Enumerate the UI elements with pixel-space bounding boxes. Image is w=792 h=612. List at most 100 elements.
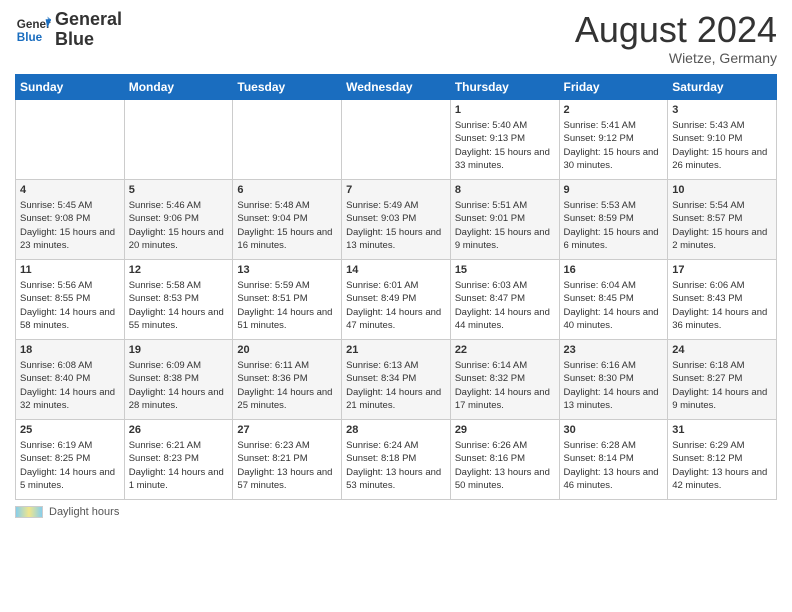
weekday-header: Friday (559, 74, 668, 99)
calendar-day-cell: 11Sunrise: 5:56 AM Sunset: 8:55 PM Dayli… (16, 259, 125, 339)
day-number: 11 (20, 263, 120, 278)
day-info: Sunrise: 6:26 AM Sunset: 8:16 PM Dayligh… (455, 439, 555, 492)
calendar-day-cell: 6Sunrise: 5:48 AM Sunset: 9:04 PM Daylig… (233, 179, 342, 259)
calendar-day-cell: 4Sunrise: 5:45 AM Sunset: 9:08 PM Daylig… (16, 179, 125, 259)
day-number: 8 (455, 183, 555, 198)
calendar-day-cell: 24Sunrise: 6:18 AM Sunset: 8:27 PM Dayli… (668, 339, 777, 419)
calendar-day-cell (233, 99, 342, 179)
calendar-day-cell: 30Sunrise: 6:28 AM Sunset: 8:14 PM Dayli… (559, 419, 668, 499)
day-info: Sunrise: 6:06 AM Sunset: 8:43 PM Dayligh… (672, 279, 772, 332)
calendar-day-cell: 18Sunrise: 6:08 AM Sunset: 8:40 PM Dayli… (16, 339, 125, 419)
day-info: Sunrise: 5:51 AM Sunset: 9:01 PM Dayligh… (455, 199, 555, 252)
day-info: Sunrise: 6:24 AM Sunset: 8:18 PM Dayligh… (346, 439, 446, 492)
calendar-day-cell (342, 99, 451, 179)
calendar-day-cell: 23Sunrise: 6:16 AM Sunset: 8:30 PM Dayli… (559, 339, 668, 419)
calendar-day-cell: 31Sunrise: 6:29 AM Sunset: 8:12 PM Dayli… (668, 419, 777, 499)
day-info: Sunrise: 5:59 AM Sunset: 8:51 PM Dayligh… (237, 279, 337, 332)
day-info: Sunrise: 5:53 AM Sunset: 8:59 PM Dayligh… (564, 199, 664, 252)
day-info: Sunrise: 6:29 AM Sunset: 8:12 PM Dayligh… (672, 439, 772, 492)
page-header: General Blue General Blue August 2024 Wi… (15, 10, 777, 66)
day-info: Sunrise: 6:19 AM Sunset: 8:25 PM Dayligh… (20, 439, 120, 492)
day-info: Sunrise: 6:11 AM Sunset: 8:36 PM Dayligh… (237, 359, 337, 412)
day-info: Sunrise: 5:49 AM Sunset: 9:03 PM Dayligh… (346, 199, 446, 252)
day-number: 15 (455, 263, 555, 278)
day-number: 2 (564, 103, 664, 118)
calendar-day-cell: 14Sunrise: 6:01 AM Sunset: 8:49 PM Dayli… (342, 259, 451, 339)
calendar-day-cell: 8Sunrise: 5:51 AM Sunset: 9:01 PM Daylig… (450, 179, 559, 259)
calendar-day-cell (16, 99, 125, 179)
day-info: Sunrise: 6:04 AM Sunset: 8:45 PM Dayligh… (564, 279, 664, 332)
calendar-day-cell: 12Sunrise: 5:58 AM Sunset: 8:53 PM Dayli… (124, 259, 233, 339)
weekday-header: Sunday (16, 74, 125, 99)
day-info: Sunrise: 6:08 AM Sunset: 8:40 PM Dayligh… (20, 359, 120, 412)
calendar-day-cell: 15Sunrise: 6:03 AM Sunset: 8:47 PM Dayli… (450, 259, 559, 339)
calendar-day-cell: 5Sunrise: 5:46 AM Sunset: 9:06 PM Daylig… (124, 179, 233, 259)
calendar-day-cell: 29Sunrise: 6:26 AM Sunset: 8:16 PM Dayli… (450, 419, 559, 499)
day-number: 30 (564, 423, 664, 438)
calendar-week-row: 11Sunrise: 5:56 AM Sunset: 8:55 PM Dayli… (16, 259, 777, 339)
day-info: Sunrise: 6:03 AM Sunset: 8:47 PM Dayligh… (455, 279, 555, 332)
calendar-day-cell: 2Sunrise: 5:41 AM Sunset: 9:12 PM Daylig… (559, 99, 668, 179)
legend-icon (15, 506, 43, 518)
day-info: Sunrise: 6:21 AM Sunset: 8:23 PM Dayligh… (129, 439, 229, 492)
calendar-day-cell: 20Sunrise: 6:11 AM Sunset: 8:36 PM Dayli… (233, 339, 342, 419)
day-number: 1 (455, 103, 555, 118)
day-number: 26 (129, 423, 229, 438)
day-info: Sunrise: 5:48 AM Sunset: 9:04 PM Dayligh… (237, 199, 337, 252)
day-info: Sunrise: 5:45 AM Sunset: 9:08 PM Dayligh… (20, 199, 120, 252)
day-number: 31 (672, 423, 772, 438)
calendar-week-row: 1Sunrise: 5:40 AM Sunset: 9:13 PM Daylig… (16, 99, 777, 179)
day-number: 3 (672, 103, 772, 118)
calendar-day-cell (124, 99, 233, 179)
weekday-header: Thursday (450, 74, 559, 99)
calendar-week-row: 4Sunrise: 5:45 AM Sunset: 9:08 PM Daylig… (16, 179, 777, 259)
day-info: Sunrise: 6:14 AM Sunset: 8:32 PM Dayligh… (455, 359, 555, 412)
day-number: 24 (672, 343, 772, 358)
legend: Daylight hours (15, 506, 777, 518)
weekday-header: Tuesday (233, 74, 342, 99)
day-info: Sunrise: 6:23 AM Sunset: 8:21 PM Dayligh… (237, 439, 337, 492)
day-info: Sunrise: 6:28 AM Sunset: 8:14 PM Dayligh… (564, 439, 664, 492)
day-info: Sunrise: 6:13 AM Sunset: 8:34 PM Dayligh… (346, 359, 446, 412)
calendar-day-cell: 1Sunrise: 5:40 AM Sunset: 9:13 PM Daylig… (450, 99, 559, 179)
day-info: Sunrise: 5:41 AM Sunset: 9:12 PM Dayligh… (564, 119, 664, 172)
day-info: Sunrise: 6:09 AM Sunset: 8:38 PM Dayligh… (129, 359, 229, 412)
day-number: 12 (129, 263, 229, 278)
weekday-header: Monday (124, 74, 233, 99)
day-info: Sunrise: 5:43 AM Sunset: 9:10 PM Dayligh… (672, 119, 772, 172)
day-number: 10 (672, 183, 772, 198)
weekday-header: Saturday (668, 74, 777, 99)
calendar-day-cell: 3Sunrise: 5:43 AM Sunset: 9:10 PM Daylig… (668, 99, 777, 179)
title-block: August 2024 Wietze, Germany (575, 10, 777, 66)
calendar-day-cell: 28Sunrise: 6:24 AM Sunset: 8:18 PM Dayli… (342, 419, 451, 499)
calendar-day-cell: 25Sunrise: 6:19 AM Sunset: 8:25 PM Dayli… (16, 419, 125, 499)
calendar-week-row: 18Sunrise: 6:08 AM Sunset: 8:40 PM Dayli… (16, 339, 777, 419)
logo-general-text: General (55, 10, 122, 30)
day-info: Sunrise: 6:01 AM Sunset: 8:49 PM Dayligh… (346, 279, 446, 332)
day-info: Sunrise: 5:40 AM Sunset: 9:13 PM Dayligh… (455, 119, 555, 172)
weekday-header: Wednesday (342, 74, 451, 99)
day-info: Sunrise: 5:58 AM Sunset: 8:53 PM Dayligh… (129, 279, 229, 332)
day-number: 17 (672, 263, 772, 278)
day-info: Sunrise: 5:54 AM Sunset: 8:57 PM Dayligh… (672, 199, 772, 252)
day-number: 9 (564, 183, 664, 198)
logo-icon: General Blue (15, 12, 51, 48)
day-number: 29 (455, 423, 555, 438)
calendar-week-row: 25Sunrise: 6:19 AM Sunset: 8:25 PM Dayli… (16, 419, 777, 499)
calendar-day-cell: 26Sunrise: 6:21 AM Sunset: 8:23 PM Dayli… (124, 419, 233, 499)
calendar-day-cell: 9Sunrise: 5:53 AM Sunset: 8:59 PM Daylig… (559, 179, 668, 259)
day-number: 22 (455, 343, 555, 358)
day-number: 5 (129, 183, 229, 198)
month-year-title: August 2024 (575, 10, 777, 50)
calendar-day-cell: 27Sunrise: 6:23 AM Sunset: 8:21 PM Dayli… (233, 419, 342, 499)
day-number: 4 (20, 183, 120, 198)
day-info: Sunrise: 6:18 AM Sunset: 8:27 PM Dayligh… (672, 359, 772, 412)
calendar-day-cell: 22Sunrise: 6:14 AM Sunset: 8:32 PM Dayli… (450, 339, 559, 419)
calendar-day-cell: 7Sunrise: 5:49 AM Sunset: 9:03 PM Daylig… (342, 179, 451, 259)
calendar-day-cell: 21Sunrise: 6:13 AM Sunset: 8:34 PM Dayli… (342, 339, 451, 419)
calendar-day-cell: 17Sunrise: 6:06 AM Sunset: 8:43 PM Dayli… (668, 259, 777, 339)
day-info: Sunrise: 6:16 AM Sunset: 8:30 PM Dayligh… (564, 359, 664, 412)
calendar-day-cell: 10Sunrise: 5:54 AM Sunset: 8:57 PM Dayli… (668, 179, 777, 259)
day-number: 16 (564, 263, 664, 278)
calendar-day-cell: 19Sunrise: 6:09 AM Sunset: 8:38 PM Dayli… (124, 339, 233, 419)
